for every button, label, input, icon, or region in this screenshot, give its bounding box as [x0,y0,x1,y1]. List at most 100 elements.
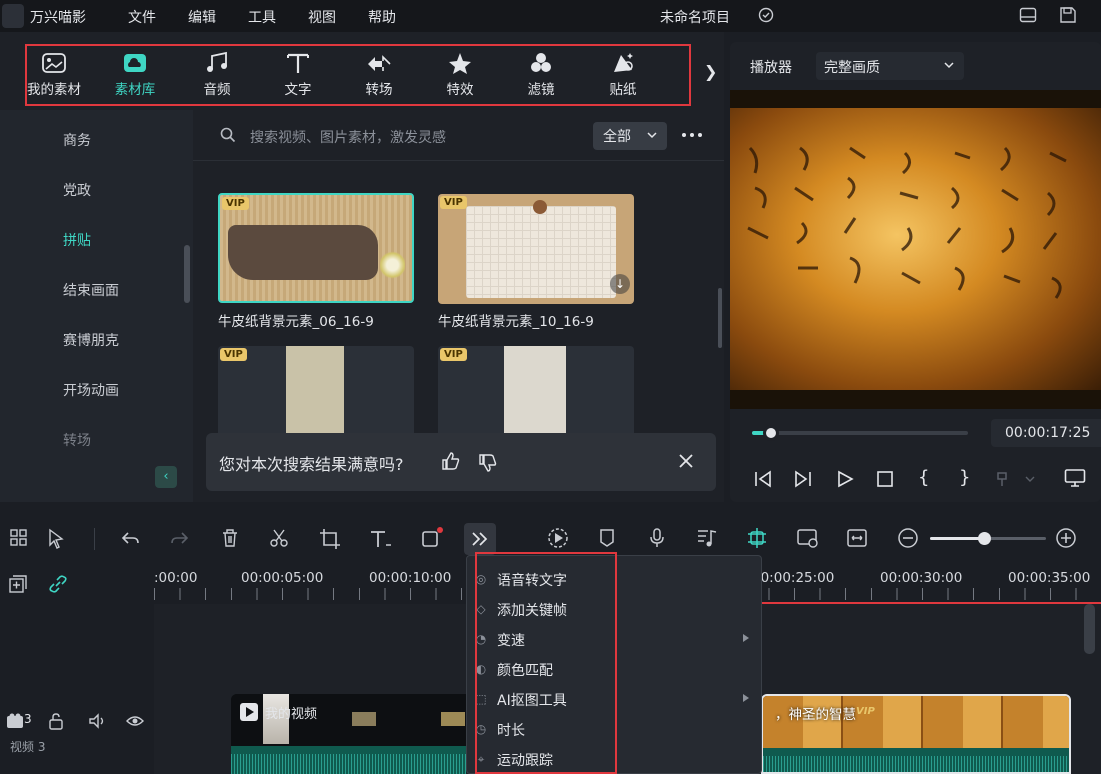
timeline-scrollbar[interactable] [1084,604,1095,654]
dried-flower-decoration [533,200,547,214]
sidebar-scrollbar[interactable] [184,245,190,303]
calligraphy-strokes [747,146,1067,299]
filter-value: 全部 [603,129,631,145]
feedback-question: 您对本次搜索结果满意吗? [219,455,404,474]
zoom-out-icon[interactable] [897,527,919,549]
sidebar-item-business[interactable]: 商务 [63,130,91,150]
flower-decoration [380,250,405,280]
sidebar-item-transition[interactable]: 转场 [63,430,91,450]
playback-scrubber[interactable] [762,425,779,441]
render-preview-icon[interactable] [546,526,570,550]
stop-icon[interactable] [876,470,894,488]
tick-label: :00:00 [154,570,198,586]
thumbs-up-icon[interactable] [441,451,461,471]
tick-label: 00:00:05:00 [241,570,324,586]
crop-icon[interactable] [319,528,341,550]
media-item-collage-06[interactable]: VIP [218,193,414,303]
play-icon[interactable] [836,470,854,488]
sidebar-item-collage[interactable]: 拼贴 [63,230,91,250]
download-icon[interactable]: ↓ [610,274,630,294]
app-logo-icon [2,4,24,28]
quality-dropdown[interactable]: 完整画质 [816,52,964,80]
media-scrollbar[interactable] [718,288,722,348]
eye-icon[interactable] [126,714,144,728]
search-input[interactable]: 搜索视频、图片素材，激发灵感 [250,127,446,147]
tick-label: 00:00:25:00 [752,570,835,586]
media-item-collage-10[interactable]: ↓ VIP [438,194,634,304]
grid-paper-shape [466,206,616,298]
collapse-sidebar-button[interactable]: ‹ [155,466,177,488]
scissors-icon[interactable] [269,528,289,548]
vip-badge: VIP [856,706,875,717]
preview-quality-icon[interactable] [796,527,820,549]
menu-file[interactable]: 文件 [128,7,156,27]
auto-beat-icon[interactable] [746,526,768,550]
media-panel: 搜索视频、图片素材，激发灵感 全部 VIP 牛皮纸背景元素_06_16-9 ↓ … [193,110,724,502]
zoom-slider-knob[interactable] [978,532,991,545]
fit-timeline-icon[interactable] [846,527,868,549]
close-icon[interactable] [679,454,693,468]
feedback-banner: 您对本次搜索结果满意吗? [206,433,716,491]
next-frame-icon[interactable] [794,470,812,488]
more-tools-button[interactable] [464,523,496,555]
sidebar-item-cyberpunk[interactable]: 赛博朋克 [63,330,119,350]
clip-title: ，神圣的智慧 [775,707,856,723]
layout-icon[interactable] [1019,6,1037,24]
layout-grid-icon[interactable] [9,528,29,548]
shape-tool-icon[interactable] [420,526,444,550]
media-caption: 牛皮纸背景元素_06_16-9 [218,314,374,330]
microphone-icon[interactable] [647,527,667,549]
torn-paper-shape [228,225,378,280]
mark-out-icon[interactable]: } [959,467,970,488]
sidebar-item-ending[interactable]: 结束画面 [63,280,119,300]
delete-icon[interactable] [220,528,240,548]
text-tool-icon[interactable] [369,528,393,550]
link-icon[interactable] [48,574,68,594]
select-tool-icon[interactable] [47,528,69,550]
chevron-down-icon [944,62,954,69]
highlight-box-categories [25,44,691,106]
playback-progress-track[interactable] [752,425,968,441]
redo-icon[interactable] [170,528,190,548]
toolbar-divider [94,528,95,550]
search-icon [220,127,236,143]
video-clip-icon [240,703,258,721]
video-clip-sacred-wisdom[interactable]: ，神圣的智慧 VIP [761,694,1071,774]
mark-in-icon[interactable]: { [918,467,929,488]
undo-icon[interactable] [120,528,140,548]
timecode-value: 00:00:17:25 [1005,425,1091,441]
player-label: 播放器 [750,60,792,76]
lock-icon[interactable] [48,712,64,730]
video-preview[interactable] [730,90,1101,409]
submenu-arrow-icon [743,634,749,642]
categories-more-button[interactable]: ❯ [704,62,717,81]
track-name: 视频 3 [10,740,46,754]
previous-frame-icon[interactable] [754,470,772,488]
marker-icon[interactable] [598,528,616,548]
snapshot-dropdown-icon[interactable] [996,470,1036,488]
add-track-icon[interactable] [8,574,28,594]
timecode-display: 00:00:17:25 [991,419,1101,447]
sidebar-item-opening[interactable]: 开场动画 [63,380,119,400]
volume-icon[interactable] [88,713,106,729]
thumbs-down-icon[interactable] [478,453,498,473]
menu-view[interactable]: 视图 [308,7,336,27]
display-settings-icon[interactable] [1064,468,1086,488]
audio-mix-icon[interactable] [696,527,718,549]
filter-dropdown[interactable]: 全部 [593,122,667,150]
menu-help[interactable]: 帮助 [368,7,396,27]
menu-edit[interactable]: 编辑 [188,7,216,27]
zoom-in-icon[interactable] [1055,527,1077,549]
sidebar-item-party[interactable]: 党政 [63,180,91,200]
more-options-icon[interactable] [681,132,703,138]
clip-frame [441,712,465,726]
chevron-down-icon [647,132,657,139]
menu-tools[interactable]: 工具 [248,7,276,27]
save-icon[interactable] [1059,6,1077,24]
player-panel: 播放器 完整画质 00:00:17:25 { } [730,42,1101,502]
zoom-slider-track[interactable] [930,532,1046,545]
check-circle-icon[interactable] [758,7,774,23]
video-clip-my-video[interactable]: 我的视频 [231,694,466,774]
vip-badge: VIP [440,348,467,361]
media-caption: 牛皮纸背景元素_10_16-9 [438,314,594,330]
